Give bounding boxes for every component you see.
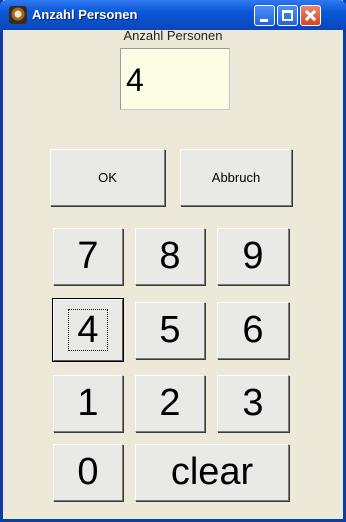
key-1[interactable]: 1 [53, 375, 123, 432]
dialog-window: Anzahl Personen Anzahl Personen 4 OK Abb… [0, 0, 346, 522]
ok-button[interactable]: OK [50, 149, 165, 206]
minimize-button[interactable] [254, 5, 275, 26]
key-8[interactable]: 8 [135, 228, 205, 285]
key-0[interactable]: 0 [53, 444, 123, 501]
key-5[interactable]: 5 [135, 302, 205, 359]
window-title: Anzahl Personen [32, 7, 138, 22]
cancel-button[interactable]: Abbruch [180, 149, 292, 206]
key-7[interactable]: 7 [53, 228, 123, 285]
key-9[interactable]: 9 [217, 228, 289, 285]
maximize-icon [282, 10, 293, 21]
title-bar[interactable]: Anzahl Personen [0, 0, 346, 30]
key-6[interactable]: 6 [217, 302, 289, 359]
minimize-icon [260, 19, 268, 22]
close-button[interactable] [300, 5, 321, 26]
close-icon [301, 6, 320, 25]
app-icon [9, 6, 27, 24]
count-display[interactable]: 4 [120, 48, 230, 110]
maximize-button[interactable] [277, 5, 298, 26]
key-4-label: 4 [68, 309, 108, 351]
key-3[interactable]: 3 [217, 375, 289, 432]
field-label: Anzahl Personen [123, 28, 223, 43]
clear-button[interactable]: clear [135, 444, 289, 501]
key-2[interactable]: 2 [135, 375, 205, 432]
key-4[interactable]: 4 [53, 299, 123, 361]
